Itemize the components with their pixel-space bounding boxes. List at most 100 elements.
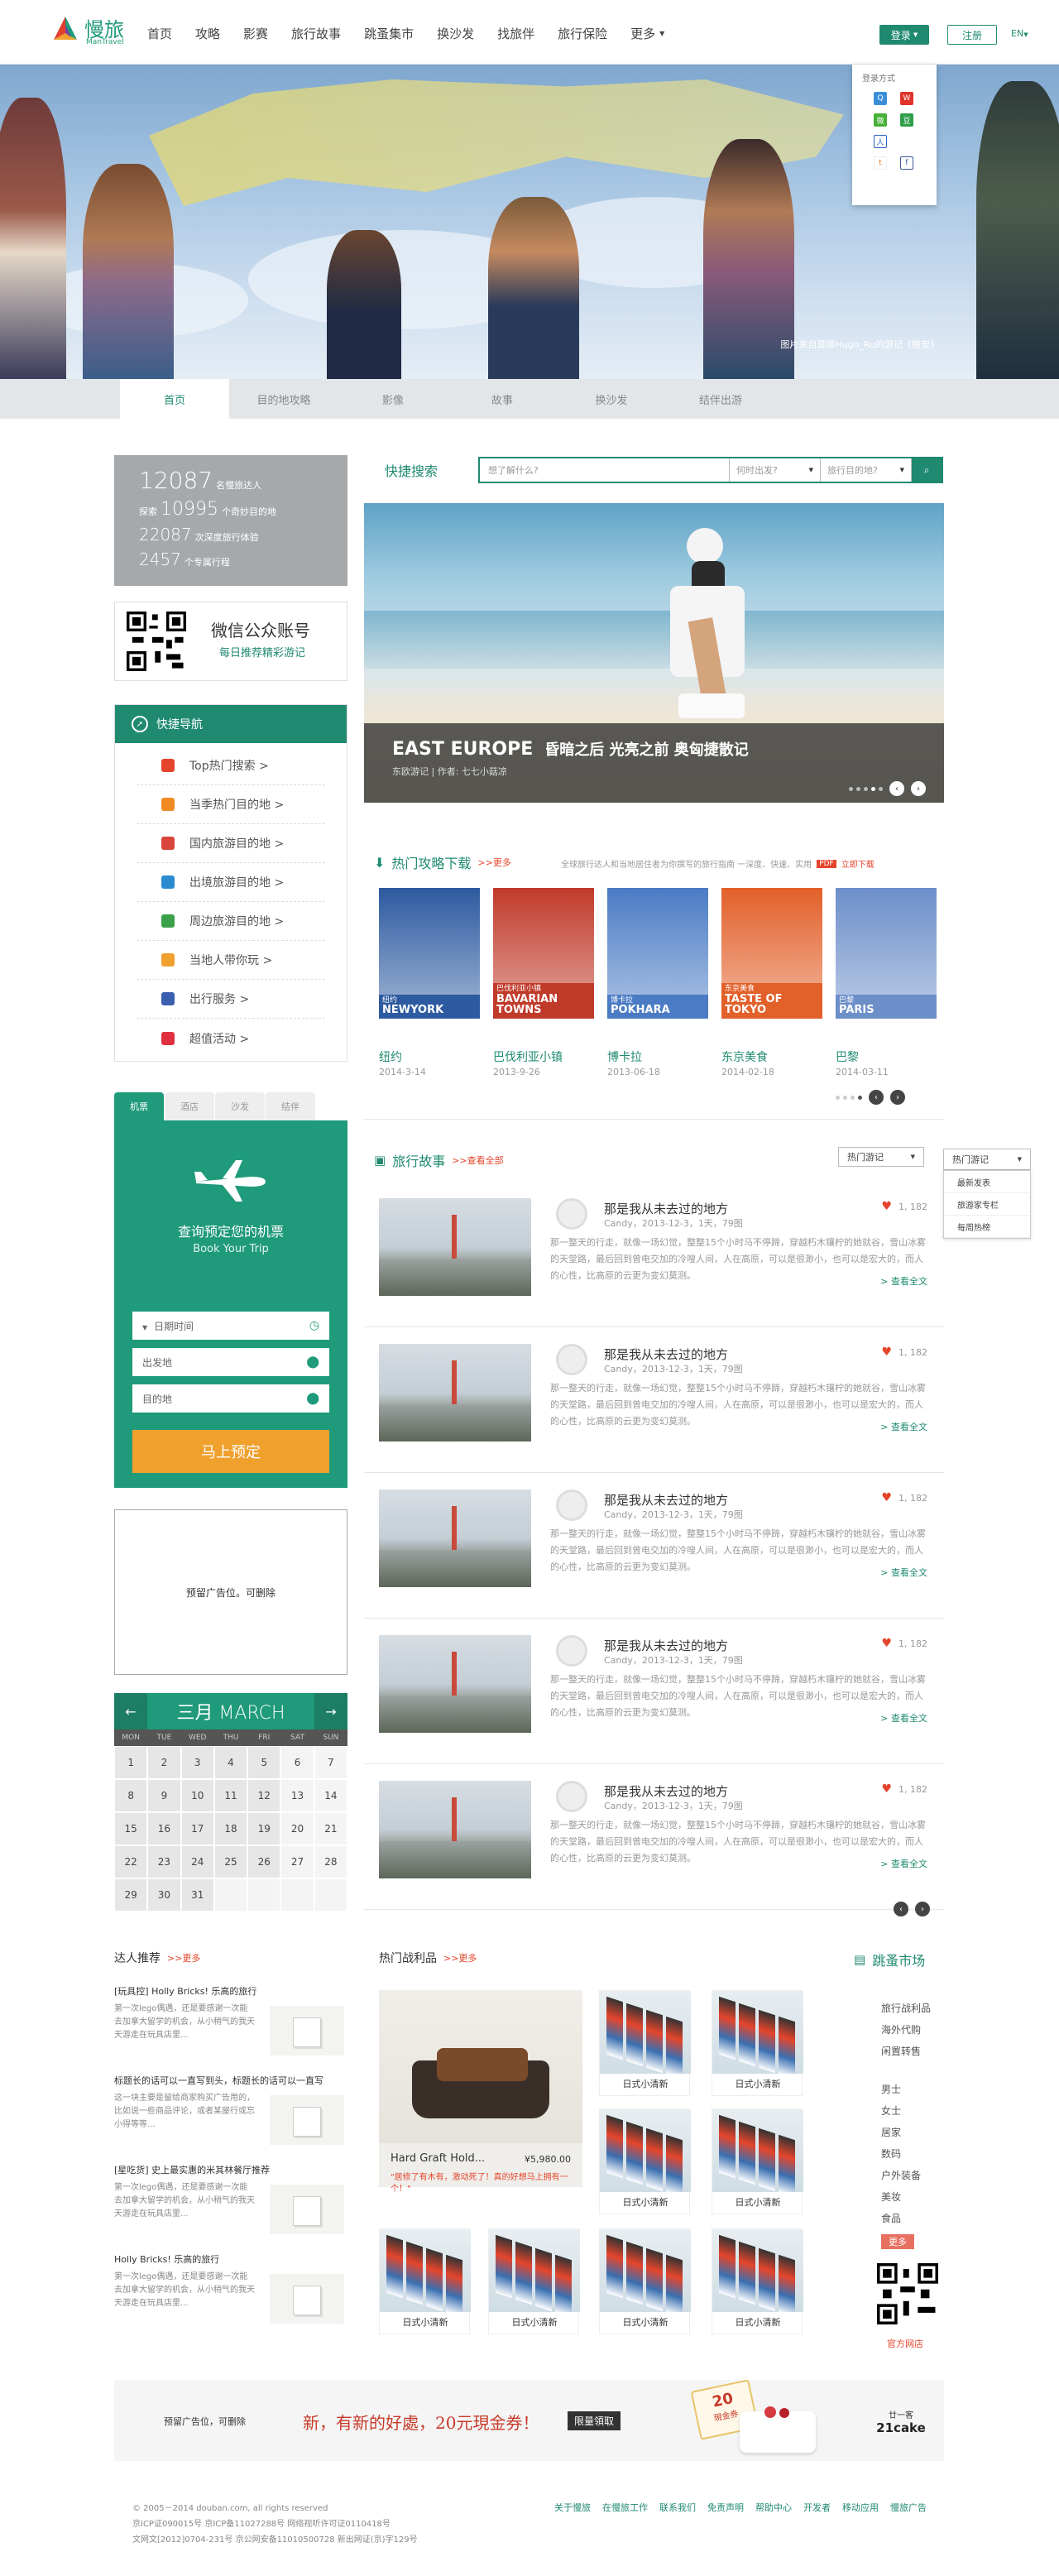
calendar-day[interactable]: 27 [280,1845,314,1878]
avatar[interactable] [556,1635,587,1667]
guides-dots[interactable] [836,1095,862,1100]
product-card[interactable]: 日式小清新 [599,2228,691,2334]
calendar-day[interactable]: 21 [314,1812,347,1845]
quick-nav-item[interactable]: 超值活动 > [137,1019,325,1058]
stories-filter-dropdown[interactable]: 热门游记 ▼ [943,1149,1031,1170]
when-select[interactable]: 何时出发? ▼ [730,458,821,482]
destination-input[interactable]: 目的地 ⬤ [132,1384,329,1413]
featured-slider[interactable]: EAST EUROPE 昏暗之后 光亮之前 奥匈捷散记 东欧游记 | 作者: 七七… [364,503,944,803]
guide-card[interactable]: 巴伐利亚小镇 BAVARIAN TOWNS 巴伐利亚小镇 2013-9-26 [493,888,594,1077]
read-more-link[interactable]: > 查看全文 [880,1566,927,1579]
nav-guides[interactable]: 攻略 [195,25,220,42]
guides-more-link[interactable]: >>更多 [477,856,510,869]
next-month-button[interactable]: → [314,1693,347,1729]
tab-couchsurf[interactable]: 换沙发 [557,379,666,419]
language-switch[interactable]: EN▼ [1011,28,1028,39]
calendar-day[interactable]: 29 [114,1878,148,1912]
calendar-day[interactable]: 17 [180,1812,214,1845]
tab-flight[interactable]: 机票 [114,1092,164,1120]
read-more-link[interactable]: > 查看全文 [880,1420,927,1433]
calendar-day[interactable]: 14 [314,1779,347,1812]
story-likes[interactable]: ♥ 1, 182 [881,1637,927,1650]
destination-select[interactable]: 旅行目的地? ▼ [821,458,912,482]
market-more-button[interactable]: 更多 [881,2234,914,2249]
nav-couch[interactable]: 换沙发 [437,25,474,42]
avatar[interactable] [556,1198,587,1230]
quick-nav-item[interactable]: Top热门搜索 > [137,746,325,785]
stories-sort-dropdown[interactable]: 热门游记 ▼ [838,1147,924,1167]
search-input[interactable]: 想了解什么? [480,458,730,482]
departure-input[interactable]: 出发地 ⬤ [132,1348,329,1376]
guide-card[interactable]: 纽约 NEWYORK 纽约 2014-3-14 [379,888,480,1077]
avatar[interactable] [556,1781,587,1812]
nav-stories[interactable]: 旅行故事 [291,25,341,42]
guides-prev-button[interactable]: ‹ [869,1090,884,1105]
calendar-day[interactable]: 31 [180,1878,214,1912]
market-cat[interactable]: 男士 [881,2079,931,2100]
calendar-day[interactable]: 25 [213,1845,248,1878]
story-title[interactable]: 那是我从未去过的地方 [604,1346,728,1363]
calendar-day[interactable]: 24 [180,1845,214,1878]
calendar-day[interactable]: 9 [147,1779,181,1812]
calendar-day[interactable]: 15 [114,1812,148,1845]
product-card[interactable]: 日式小清新 [488,2228,580,2334]
tab-destinations[interactable]: 目的地攻略 [229,379,338,419]
calendar-day[interactable]: 3 [180,1746,214,1779]
footer-link[interactable]: 联系我们 [659,2501,696,2514]
footer-link[interactable]: 慢旅广告 [890,2501,927,2514]
calendar-day[interactable]: 12 [247,1779,281,1812]
experts-more-link[interactable]: >>更多 [167,1951,200,1964]
douban-icon[interactable]: 豆 [900,113,913,127]
avatar[interactable] [556,1344,587,1375]
slider-dots[interactable] [849,786,883,791]
market-cat[interactable]: 数码 [881,2143,931,2165]
avatar[interactable] [556,1489,587,1521]
menu-item-columns[interactable]: 旅游家专栏 [944,1193,1030,1216]
qq-icon[interactable]: Q [874,92,887,105]
prev-month-button[interactable]: ← [114,1693,147,1729]
expert-title[interactable]: Holly Bricks! 乐高的旅行 [114,2252,219,2266]
expert-item[interactable]: [星吃货] 史上最实惠的米其林餐厅推荐 第一次lego偶遇，还是要感谢一次能去加拿… [114,2163,347,2252]
calendar-day[interactable]: 1 [114,1746,148,1779]
weibo-icon[interactable]: W [900,92,913,105]
renren-icon[interactable]: 人 [874,135,887,148]
guide-card[interactable]: 东京美食 TASTE OF TOKYO 东京美食 2014-02-18 [721,888,822,1077]
story-likes[interactable]: ♥ 1, 182 [881,1200,927,1213]
expert-title[interactable]: 标题长的话可以一直写到头，标题长的话可以一直写 [114,2074,323,2087]
story-title[interactable]: 那是我从未去过的地方 [604,1491,728,1509]
nav-insurance[interactable]: 旅行保险 [558,25,607,42]
quick-nav-item[interactable]: 出行服务 > [137,980,325,1019]
read-more-link[interactable]: > 查看全文 [880,1857,927,1870]
tab-images[interactable]: 影像 [338,379,448,419]
calendar-day[interactable]: 23 [147,1845,181,1878]
calendar-day[interactable]: 11 [213,1779,248,1812]
facebook-icon[interactable]: f [900,156,913,170]
footer-link[interactable]: 关于慢旅 [554,2501,591,2514]
footer-link[interactable]: 帮助中心 [755,2501,792,2514]
quick-nav-item[interactable]: 出境旅游目的地 > [137,863,325,902]
download-now-link[interactable]: 立即下载 [841,857,875,870]
product-card[interactable]: 日式小清新 [379,2228,471,2334]
calendar-day[interactable]: 18 [213,1812,248,1845]
calendar-day[interactable]: 7 [314,1746,347,1779]
calendar-day[interactable]: 4 [213,1746,248,1779]
product-card[interactable]: 日式小清新 [599,2108,691,2214]
calendar-day[interactable]: 10 [180,1779,214,1812]
calendar-day[interactable]: 26 [247,1845,281,1878]
stories-prev-button[interactable]: ‹ [894,1902,908,1916]
story-likes[interactable]: ♥ 1, 182 [881,1782,927,1796]
promo-banner[interactable]: 预留广告位，可删除 新，有新的好處，20元現金券！ 限量領取 20 現金券 廿一… [114,2380,944,2461]
market-cat[interactable]: 户外装备 [881,2165,931,2186]
slider-next-button[interactable]: › [911,781,926,796]
wechat-box[interactable]: 微信公众账号 每日推荐精彩游记 [114,602,347,681]
expert-title[interactable]: [玩具控] Holly Bricks! 乐高的旅行 [114,1984,256,1998]
login-button[interactable]: 登录 ▼ [879,25,929,45]
calendar-day[interactable]: 13 [280,1779,314,1812]
calendar-day[interactable]: 8 [114,1779,148,1812]
calendar-day[interactable]: 22 [114,1845,148,1878]
tencent-weibo-icon[interactable]: t [874,156,887,170]
market-cat[interactable]: 旅行战利品 [881,1998,931,2019]
market-cat[interactable]: 海外代购 [881,2019,931,2041]
footer-link[interactable]: 在慢旅工作 [602,2501,648,2514]
date-input[interactable]: ▼ 日期时间 ◷ [132,1312,329,1340]
